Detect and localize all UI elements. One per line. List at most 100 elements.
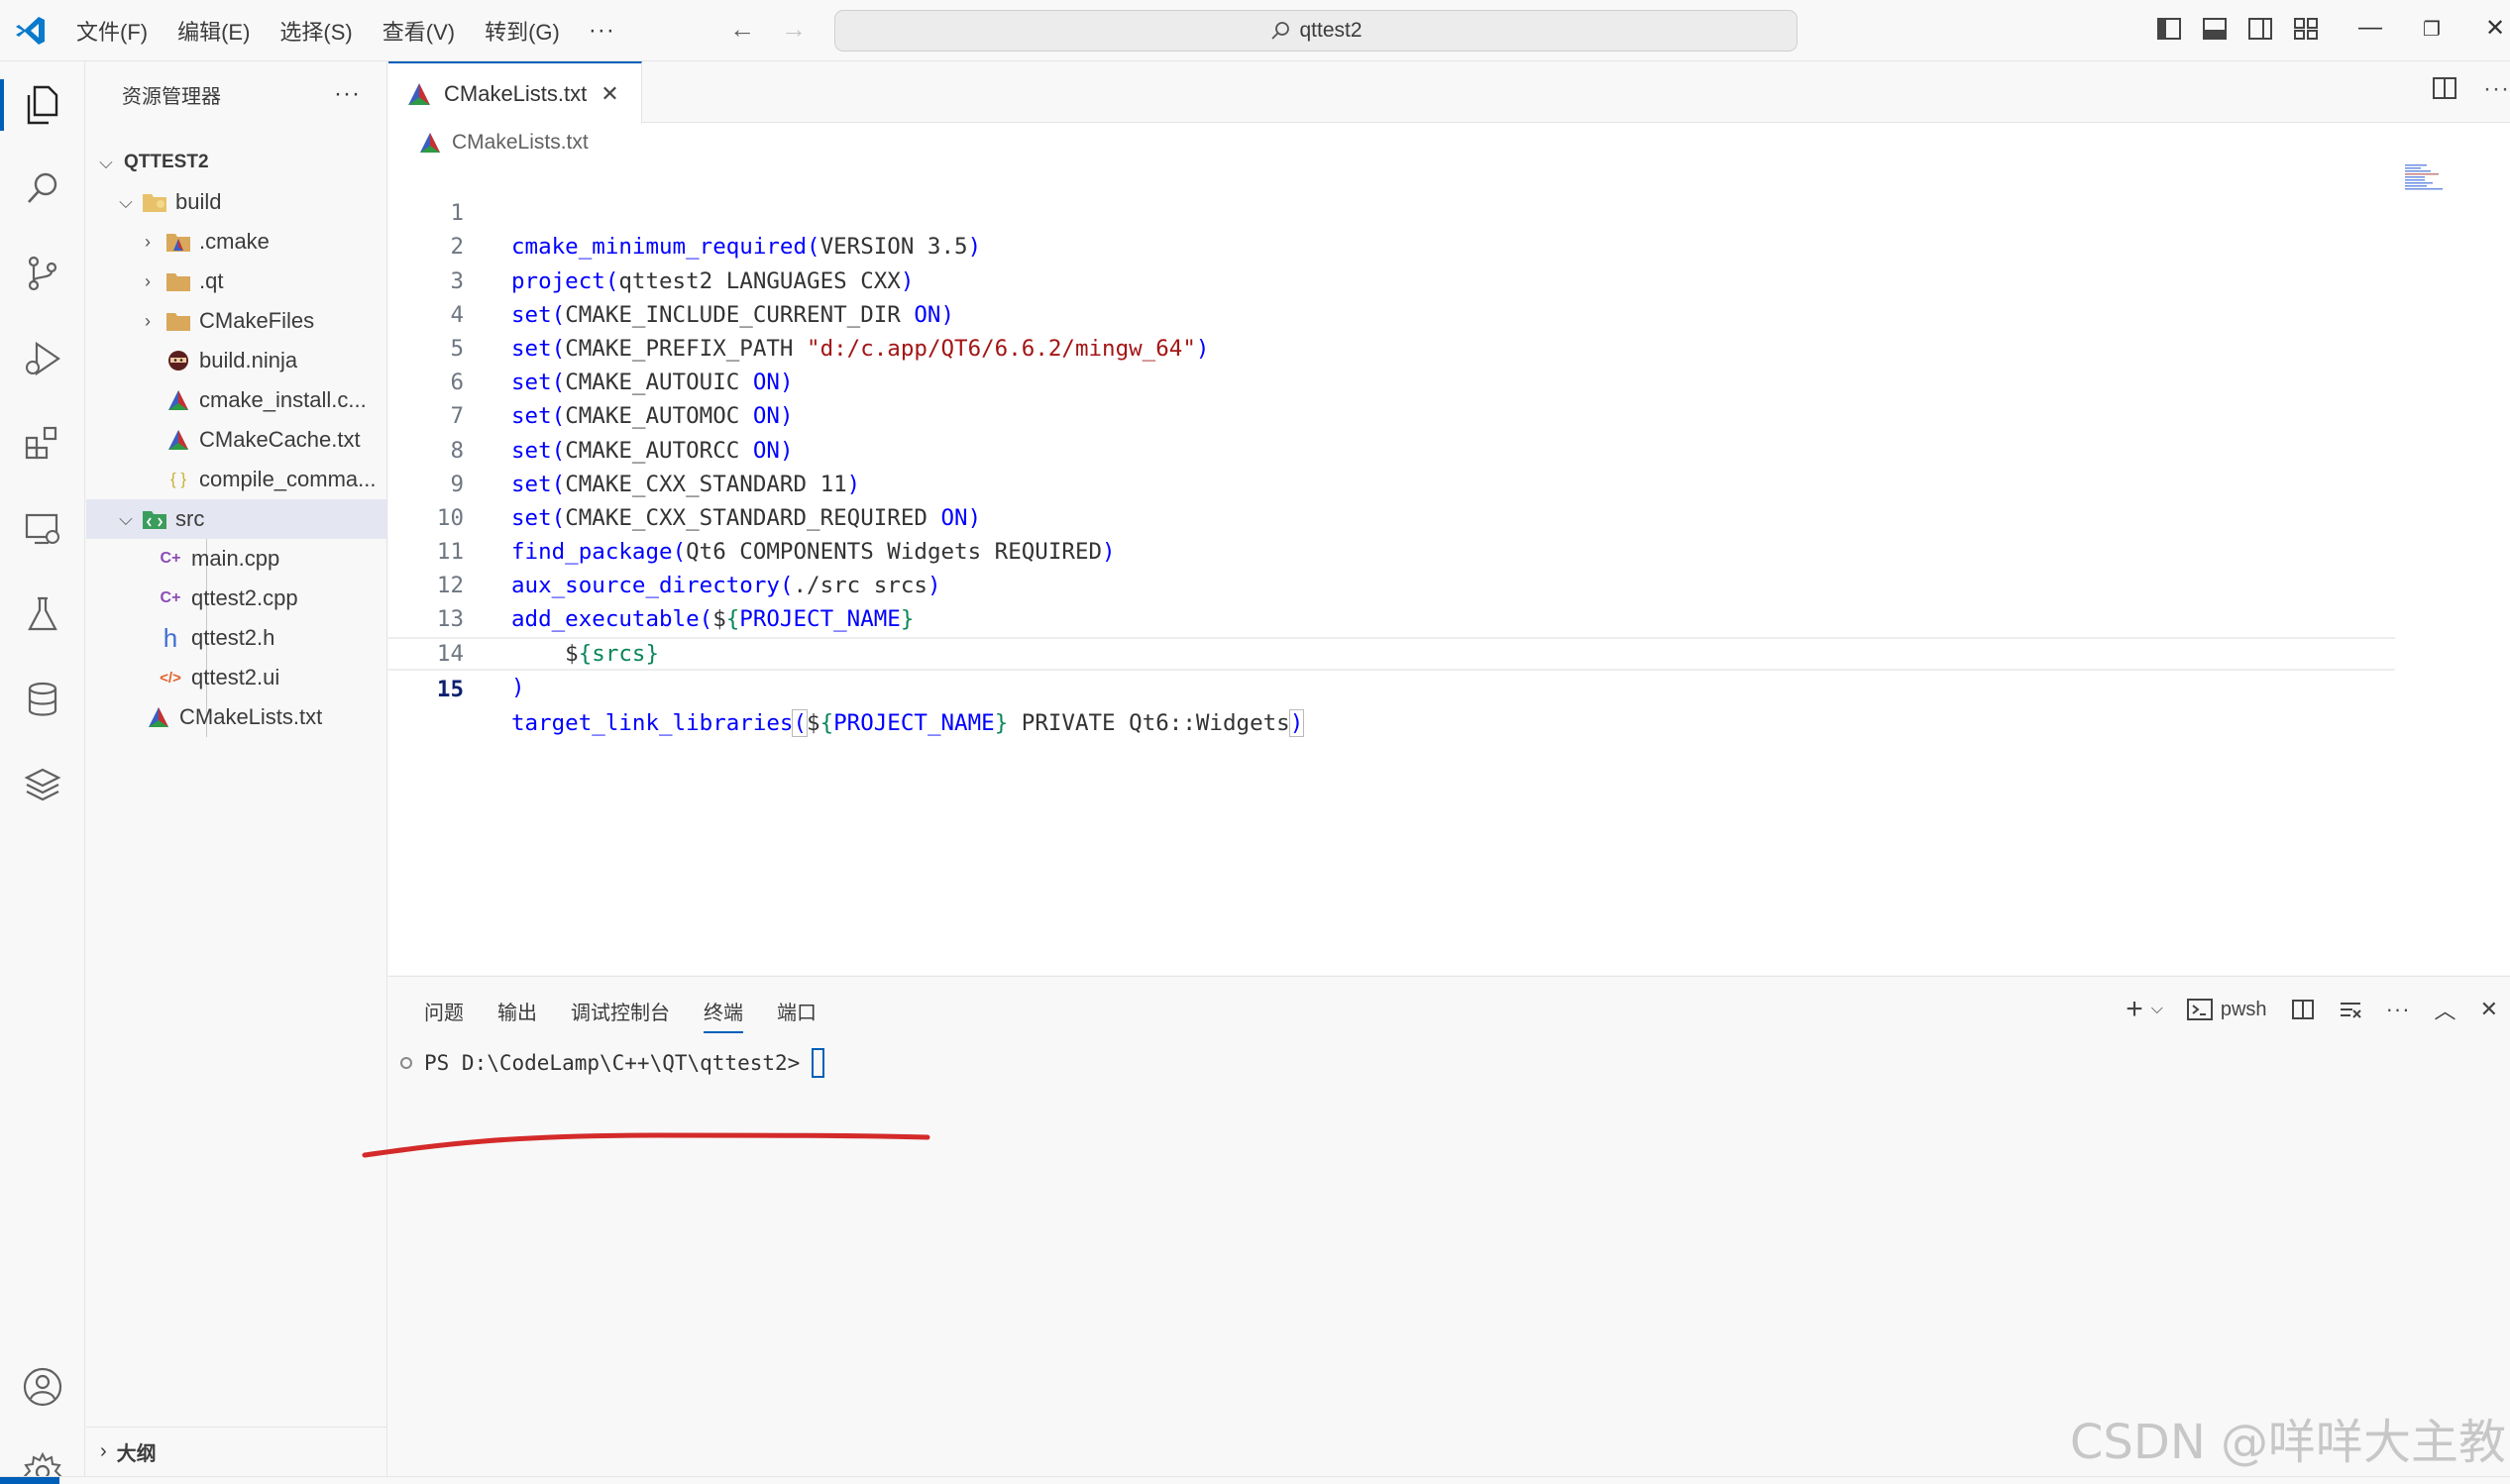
tab-debug-console[interactable]: 调试控制台 — [571, 997, 670, 1033]
bottom-panel: 问题 输出 调试控制台 终端 端口 + ⌵ pwsh ··· ︿ ✕ PS D:… — [388, 976, 2510, 1476]
editor-tab-actions: ··· — [2432, 75, 2510, 103]
tree-item-qt-folder[interactable]: › .qt — [86, 262, 386, 301]
tab-output[interactable]: 输出 — [497, 997, 537, 1033]
code-editor[interactable]: 1 cmake_minimum_required(VERSION 3.5) 2 … — [388, 162, 2510, 738]
customize-layout-icon[interactable] — [2293, 16, 2319, 42]
terminal-output[interactable]: PS D:\CodeLamp\C++\QT\qttest2> — [400, 1048, 825, 1078]
toggle-panel-icon[interactable] — [2202, 16, 2228, 42]
breadcrumb: CMakeLists.txt — [418, 131, 589, 155]
remote-explorer-icon[interactable] — [0, 487, 85, 571]
minimize-icon[interactable]: — — [2358, 14, 2382, 42]
search-view-icon[interactable] — [0, 147, 85, 230]
tab-cmakelists[interactable]: CMakeLists.txt ✕ — [388, 61, 642, 124]
split-terminal-icon[interactable] — [2291, 998, 2315, 1021]
terminal-icon — [2186, 999, 2213, 1020]
remote-indicator[interactable] — [0, 1477, 59, 1484]
chevron-down-icon[interactable]: ⌵ — [2151, 1001, 2163, 1018]
split-editor-icon[interactable] — [2432, 75, 2457, 101]
run-debug-icon[interactable] — [0, 317, 85, 400]
testing-icon[interactable] — [0, 573, 85, 656]
close-panel-icon[interactable]: ✕ — [2480, 997, 2498, 1022]
search-text: qttest2 — [1299, 19, 1363, 42]
toggle-secondary-sidebar-icon[interactable] — [2247, 16, 2273, 42]
tree-item-build-ninja[interactable]: build.ninja — [86, 341, 386, 380]
tree-item-cmakelists[interactable]: CMakeLists.txt — [86, 697, 386, 737]
close-icon[interactable]: ✕ — [600, 81, 618, 107]
tree-item-cmake-install[interactable]: cmake_install.c... — [86, 380, 386, 420]
database-icon[interactable] — [0, 658, 85, 741]
code-line: 8 set(CMAKE_CXX_STANDARD 11) — [388, 399, 2510, 497]
header-icon: h — [163, 622, 178, 653]
menu-go[interactable]: 转到(G) — [470, 15, 575, 47]
chevron-right-icon: › — [145, 270, 151, 291]
menu-more-button[interactable]: ··· — [575, 17, 629, 45]
editor-area: CMakeLists.txt ✕ ··· CMakeLists.txt 1 cm… — [388, 61, 2510, 975]
explorer-icon[interactable] — [0, 63, 85, 147]
code-line: 4 set(CMAKE_PREFIX_PATH "d:/c.app/QT6/6.… — [388, 265, 2510, 362]
code-line: 10 find_package(Qt6 COMPONENTS Widgets R… — [388, 468, 2510, 565]
tab-problems[interactable]: 问题 — [424, 997, 464, 1033]
panel-actions: + ⌵ pwsh ··· ︿ ✕ — [2126, 993, 2498, 1026]
tree-item-label: .qt — [199, 268, 224, 293]
tree-item-cmakefiles-folder[interactable]: › CMakeFiles — [86, 301, 386, 341]
xml-icon: </> — [160, 669, 181, 687]
tab-ports[interactable]: 端口 — [777, 997, 817, 1033]
tree-item-label: .cmake — [199, 229, 270, 254]
menu-edit[interactable]: 编辑(E) — [163, 15, 265, 47]
tree-item-qttest2-h[interactable]: h qttest2.h — [86, 618, 386, 658]
forward-arrow-icon[interactable]: → — [781, 14, 807, 45]
tree-item-label: CMakeLists.txt — [179, 704, 323, 729]
tree-item-label: cmake_install.c... — [199, 387, 367, 412]
editor-more-button[interactable]: ··· — [2483, 75, 2510, 103]
tree-item-compile-commands[interactable]: { } compile_comma... — [86, 460, 386, 499]
chevron-right-icon: › — [145, 310, 151, 331]
cmake-icon — [408, 82, 430, 105]
back-arrow-icon[interactable]: ← — [729, 14, 755, 45]
new-terminal-icon[interactable]: + — [2126, 993, 2143, 1026]
tree-item-build[interactable]: ⌵ build — [86, 182, 386, 222]
tree-item-cmakecache[interactable]: CMakeCache.txt — [86, 420, 386, 460]
code-line-current: 15 target_link_libraries(${PROJECT_NAME}… — [388, 636, 2395, 738]
breadcrumb-file[interactable]: CMakeLists.txt — [452, 131, 589, 155]
toggle-primary-sidebar-icon[interactable] — [2156, 16, 2182, 42]
folder-icon — [165, 308, 191, 334]
menu-view[interactable]: 查看(V) — [368, 15, 470, 47]
restore-icon[interactable]: ❐ — [2423, 17, 2441, 42]
minimap[interactable] — [2403, 162, 2462, 192]
title-bar: 文件(F) 编辑(E) 选择(S) 查看(V) 转到(G) ··· ← → qt… — [0, 0, 2510, 61]
clear-terminal-icon[interactable] — [2339, 998, 2362, 1021]
accounts-icon[interactable] — [0, 1345, 85, 1429]
tree-item-src[interactable]: ⌵ src — [86, 499, 386, 539]
cmake-icon — [165, 427, 191, 453]
tree-item-cmake-folder[interactable]: › .cmake — [86, 222, 386, 262]
extensions-icon[interactable] — [0, 402, 85, 485]
tree-item-label: qttest2.cpp — [191, 585, 298, 610]
panel-more-button[interactable]: ··· — [2386, 997, 2411, 1022]
tree-item-qttest2-cpp[interactable]: C+ qttest2.cpp — [86, 579, 386, 618]
workspace-root-label: QTTEST2 — [124, 152, 209, 172]
cpp-icon: C+ — [160, 589, 181, 606]
tree-root-qttest2[interactable]: ⌵ QTTEST2 — [86, 143, 386, 182]
tree-item-main-cpp[interactable]: C+ main.cpp — [86, 539, 386, 579]
command-center-search[interactable]: qttest2 — [834, 10, 1798, 52]
layers-icon[interactable] — [0, 743, 85, 826]
tab-terminal[interactable]: 终端 — [704, 997, 743, 1033]
outline-section[interactable]: › 大纲 — [86, 1427, 386, 1476]
tree-item-label: CMakeFiles — [199, 308, 315, 333]
red-underline-annotation — [362, 1132, 930, 1158]
cpp-icon: C+ — [160, 550, 181, 567]
vscode-logo-icon[interactable] — [14, 14, 48, 48]
tree-item-qttest2-ui[interactable]: </> qttest2.ui — [86, 658, 386, 697]
menu-bar: 文件(F) 编辑(E) 选择(S) 查看(V) 转到(G) ··· — [61, 0, 629, 61]
terminal-shell[interactable]: pwsh — [2186, 998, 2267, 1021]
maximize-panel-icon[interactable]: ︿ — [2435, 994, 2456, 1025]
search-icon — [1271, 22, 1290, 40]
chevron-down-icon: ⌵ — [119, 191, 133, 212]
close-window-icon[interactable]: ✕ — [2485, 14, 2505, 43]
code-line: 12 add_executable(${PROJECT_NAME} — [388, 535, 2510, 632]
sidebar-more-button[interactable]: ··· — [334, 80, 361, 108]
menu-file[interactable]: 文件(F) — [61, 15, 163, 47]
code-line: 13 ${srcs} — [388, 569, 2510, 666]
source-control-icon[interactable] — [0, 232, 85, 315]
menu-selection[interactable]: 选择(S) — [265, 15, 367, 47]
